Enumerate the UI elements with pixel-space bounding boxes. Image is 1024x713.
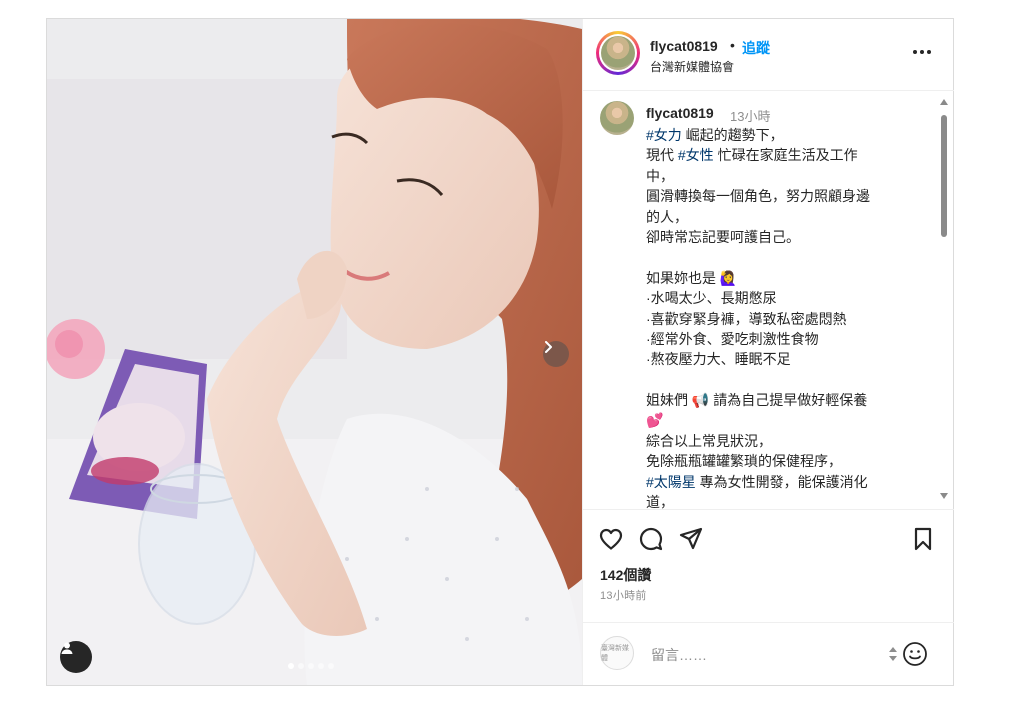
caption-line — [646, 370, 916, 390]
caption-text-segment: 道， — [646, 494, 674, 510]
caption-line: 圓滑轉換每一個角色，努力照顧身邊 — [646, 186, 916, 206]
comment-icon — [639, 527, 663, 551]
post-photo[interactable] — [47, 19, 582, 685]
share-button[interactable] — [677, 525, 705, 553]
caption-time: 13小時 — [730, 109, 771, 124]
caption-area: flycat0819 13小時 #女力 崛起的趨勢下， 現代 #女性 忙碌在家庭生… — [583, 91, 954, 510]
post-header: flycat0819 • 追蹤 台灣新媒體協會 — [583, 19, 954, 91]
carousel-dot — [308, 663, 314, 669]
caption-line: 姐妹們 📢 請為自己提早做好輕保養 — [646, 390, 916, 410]
hashtag-link[interactable]: #女性 — [678, 147, 714, 163]
bookmark-icon — [914, 527, 932, 551]
caption-text-segment: 崛起的趨勢下， — [681, 127, 784, 143]
caption-text-segment: 如果妳也是 🙋‍♀️ — [646, 269, 738, 286]
post-location[interactable]: 台灣新媒體協會 — [650, 58, 734, 75]
caption-line: #太陽星 專為女性開發，能保護消化 — [646, 472, 916, 492]
tagged-users-button[interactable] — [60, 641, 92, 673]
emoji-icon[interactable] — [902, 641, 928, 667]
caption-text-segment: ·水喝太少、長期憋尿 — [646, 290, 777, 307]
header-separator: • — [730, 37, 735, 53]
caption-line: 現代 #女性 忙碌在家庭生活及工作 — [646, 145, 916, 165]
caption-avatar[interactable] — [600, 101, 634, 135]
comment-bar: 臺灣新媒體 留言…… — [583, 622, 954, 686]
carousel-dot — [318, 663, 324, 669]
profile-avatar[interactable] — [596, 31, 640, 75]
carousel-indicator — [288, 663, 334, 669]
hashtag-link[interactable]: #女力 — [646, 127, 682, 143]
scroll-up-arrow[interactable] — [940, 99, 948, 105]
carousel-dot — [328, 663, 334, 669]
caption-line: #女力 崛起的趨勢下， — [646, 125, 916, 145]
caption-text-segment: 卻時常忘記要呵護自己。 — [646, 228, 800, 245]
user-tag-icon — [61, 642, 73, 654]
caption-line: ·喜歡穿緊身褲，導致私密處悶熱 — [646, 309, 916, 329]
caption-line: 如果妳也是 🙋‍♀️ — [646, 268, 916, 288]
comment-button[interactable] — [637, 525, 665, 553]
send-icon — [679, 527, 703, 550]
heart-icon — [599, 528, 623, 550]
carousel-dot — [288, 663, 294, 669]
hashtag-link[interactable]: #太陽星 — [646, 474, 696, 490]
caption-text-segment: 圓滑轉換每一個角色，努力照顧身邊 — [646, 188, 870, 205]
commenter-avatar: 臺灣新媒體 — [600, 636, 634, 670]
caption-username[interactable]: flycat0819 — [646, 105, 714, 121]
caption-text-segment: 姐妹們 📢 請為自己提早做好輕保養 — [646, 392, 868, 409]
caption-text-segment: 忙碌在家庭生活及工作 — [713, 147, 858, 164]
caption-line: 中， — [646, 166, 916, 186]
chevron-right-icon — [545, 341, 552, 353]
posted-time[interactable]: 13小時前 — [600, 587, 647, 603]
caption-line: ·熬夜壓力大、睡眠不足 — [646, 349, 916, 369]
save-button[interactable] — [909, 525, 937, 553]
header-username[interactable]: flycat0819 — [650, 38, 718, 54]
post-window: flycat0819 • 追蹤 台灣新媒體協會 flycat0819 13小時 … — [46, 18, 954, 686]
caption-text-segment: 的人， — [646, 208, 688, 225]
carousel-dot — [298, 663, 304, 669]
scroll-thumb[interactable] — [941, 115, 947, 237]
caption-line — [646, 247, 916, 267]
caption-line: 💕 — [646, 410, 916, 430]
caption-line: ·經常外食、愛吃刺激性食物 — [646, 329, 916, 349]
photo-illustration — [47, 19, 582, 685]
like-button[interactable] — [597, 525, 625, 553]
caption-text-segment: 綜合以上常見狀況， — [646, 432, 772, 449]
caption-text-segment: ·喜歡穿緊身褲，導致私密處悶熱 — [646, 310, 847, 327]
caption-line: 免除瓶瓶罐罐繁瑣的保健程序， — [646, 451, 916, 471]
resize-arrows-icon[interactable] — [889, 647, 897, 661]
caption-line: 道， — [646, 492, 916, 510]
caption-text-segment: 免除瓶瓶罐罐繁瑣的保健程序， — [646, 453, 842, 470]
next-photo-button[interactable] — [543, 341, 569, 367]
comment-input[interactable]: 留言…… — [651, 645, 707, 665]
action-bar — [583, 525, 954, 555]
post-side-panel: flycat0819 • 追蹤 台灣新媒體協會 flycat0819 13小時 … — [582, 19, 954, 685]
follow-button[interactable]: 追蹤 — [742, 38, 770, 58]
caption-line: 的人， — [646, 207, 916, 227]
caption-line: 卻時常忘記要呵護自己。 — [646, 227, 916, 247]
caption-text-segment: 專為女性開發，能保護消化 — [695, 473, 868, 490]
more-options-icon[interactable] — [913, 45, 935, 59]
like-count[interactable]: 142個讚 — [600, 565, 651, 585]
caption-text-segment: ·經常外食、愛吃刺激性食物 — [646, 330, 819, 347]
caption-scrollbar[interactable] — [939, 99, 949, 499]
caption-text: #女力 崛起的趨勢下， 現代 #女性 忙碌在家庭生活及工作 中， 圓滑轉換每一個角色，… — [646, 125, 916, 510]
caption-text-segment: 💕 — [646, 412, 664, 429]
caption-line: 綜合以上常見狀況， — [646, 431, 916, 451]
scroll-down-arrow[interactable] — [940, 493, 948, 499]
caption-text-segment: 中， — [646, 167, 674, 184]
caption-text-segment: ·熬夜壓力大、睡眠不足 — [646, 351, 791, 368]
caption-line: ·水喝太少、長期憋尿 — [646, 288, 916, 308]
caption-text-segment: 現代 — [646, 147, 678, 164]
